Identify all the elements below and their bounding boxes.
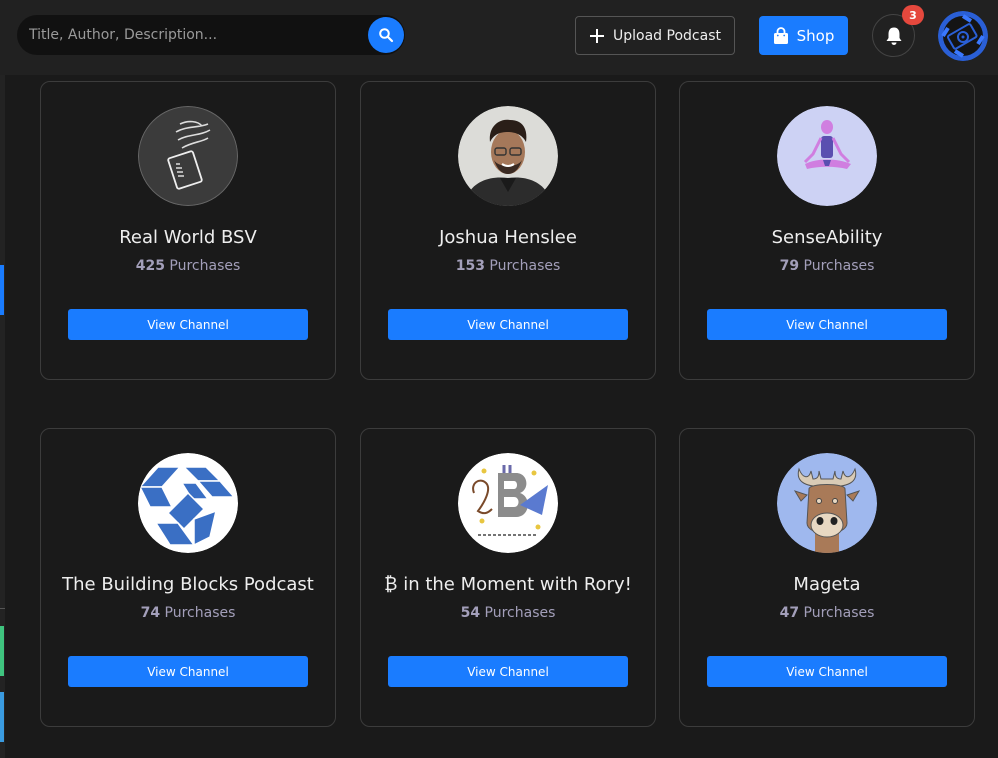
moose-cartoon xyxy=(777,453,877,553)
purchase-count: 425 xyxy=(135,258,165,274)
shop-button[interactable]: Shop xyxy=(759,16,848,55)
purchase-label: Purchases xyxy=(803,605,875,621)
bee-in-the-moment-logo xyxy=(458,453,558,553)
channel-purchases: 153 Purchases xyxy=(361,258,655,274)
channel-purchases: 74 Purchases xyxy=(41,605,335,621)
purchase-label: Purchases xyxy=(484,605,556,621)
channel-card: The Building Blocks Podcast 74 Purchases… xyxy=(40,428,336,727)
channel-purchases: 425 Purchases xyxy=(41,258,335,274)
purchase-count: 74 xyxy=(140,605,161,621)
blue-blocks-logo xyxy=(138,453,238,553)
view-channel-button[interactable]: View Channel xyxy=(388,309,628,340)
channel-name: Joshua Henslee xyxy=(439,227,577,248)
plus-icon xyxy=(590,28,605,43)
sidebar-edge xyxy=(0,75,5,758)
user-avatar[interactable] xyxy=(938,11,988,61)
channel-avatar[interactable] xyxy=(458,106,558,206)
upload-podcast-label: Upload Podcast xyxy=(613,27,721,44)
view-channel-button[interactable]: View Channel xyxy=(68,309,308,340)
channel-name: Real World BSV xyxy=(119,227,257,248)
person-portrait xyxy=(458,106,558,206)
purchase-count: 54 xyxy=(460,605,481,621)
channel-avatar[interactable] xyxy=(777,106,877,206)
purchase-count: 79 xyxy=(779,258,800,274)
search-input[interactable] xyxy=(29,15,369,55)
channel-purchases: 47 Purchases xyxy=(680,605,974,621)
search-icon xyxy=(379,28,394,43)
view-channel-button[interactable]: View Channel xyxy=(707,656,947,687)
channel-name: ₿ in the Moment with Rory! xyxy=(384,574,632,595)
sidebar-marker-blue[interactable] xyxy=(0,692,4,742)
purchase-label: Purchases xyxy=(489,258,561,274)
view-channel-button[interactable]: View Channel xyxy=(707,309,947,340)
upload-podcast-button[interactable]: Upload Podcast xyxy=(575,16,735,55)
search-bar xyxy=(17,15,405,55)
channel-name: SenseAbility xyxy=(771,227,883,248)
top-bar: Upload Podcast Shop 3 xyxy=(0,0,998,75)
notification-count-badge: 3 xyxy=(902,5,924,25)
channel-purchases: 54 Purchases xyxy=(361,605,655,621)
view-channel-button[interactable]: View Channel xyxy=(388,656,628,687)
sidebar-marker-green[interactable] xyxy=(0,626,4,676)
channel-avatar[interactable] xyxy=(777,453,877,553)
purchase-label: Purchases xyxy=(164,605,236,621)
purchase-count: 47 xyxy=(779,605,800,621)
channel-name: Mageta xyxy=(793,574,861,595)
channel-purchases: 79 Purchases xyxy=(680,258,974,274)
purchase-count: 153 xyxy=(455,258,485,274)
meditating-skeleton xyxy=(777,106,877,206)
channel-card: Mageta 47 Purchases View Channel xyxy=(679,428,975,727)
sidebar-divider xyxy=(0,608,5,609)
channel-card: ₿ in the Moment with Rory! 54 Purchases … xyxy=(360,428,656,727)
channel-name: The Building Blocks Podcast xyxy=(62,574,314,595)
channel-avatar[interactable] xyxy=(138,106,238,206)
purchase-label: Purchases xyxy=(169,258,241,274)
channel-card: Joshua Henslee 153 Purchases View Channe… xyxy=(360,81,656,380)
bell-icon xyxy=(886,27,901,45)
shop-label: Shop xyxy=(796,26,835,45)
channel-avatar[interactable] xyxy=(458,453,558,553)
channel-card: Real World BSV 425 Purchases View Channe… xyxy=(40,81,336,380)
channel-card: SenseAbility 79 Purchases View Channel xyxy=(679,81,975,380)
shopping-bag-icon xyxy=(773,26,788,44)
winged-hand-card-logo xyxy=(138,106,238,206)
search-button[interactable] xyxy=(368,17,404,53)
sidebar-active-indicator[interactable] xyxy=(0,265,4,315)
view-channel-button[interactable]: View Channel xyxy=(68,656,308,687)
purchase-label: Purchases xyxy=(803,258,875,274)
channel-avatar[interactable] xyxy=(138,453,238,553)
